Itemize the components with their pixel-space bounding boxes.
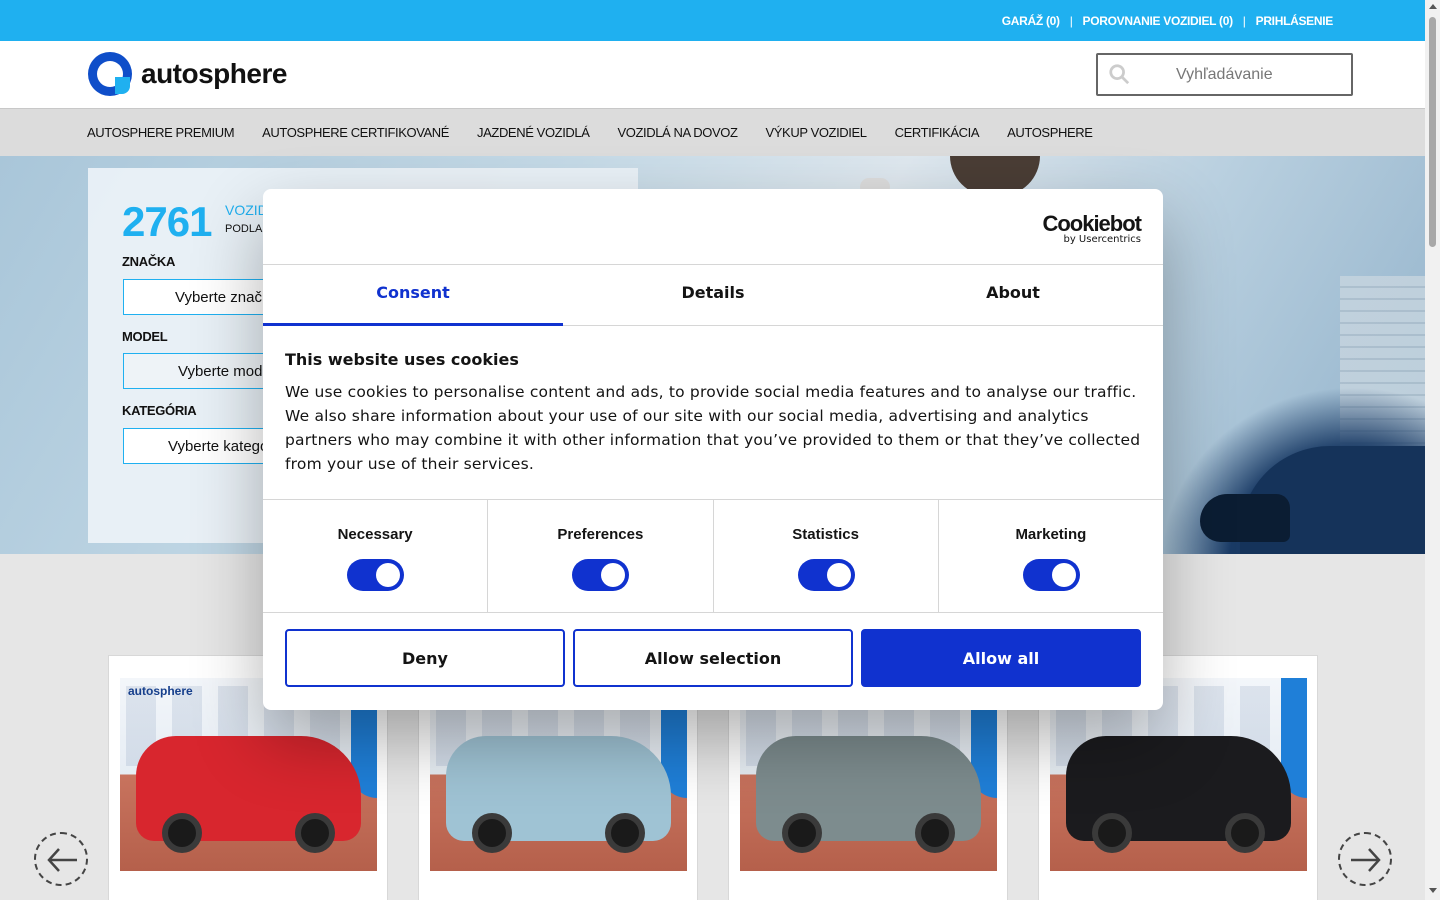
- cookiebot-logo: Cookiebot by Usercentrics: [1042, 211, 1142, 245]
- carousel-prev-button[interactable]: [34, 832, 88, 886]
- nav-item-6[interactable]: AUTOSPHERE: [1007, 125, 1093, 140]
- arrow-left-icon: [47, 848, 77, 872]
- marketing-switch[interactable]: [1022, 559, 1080, 591]
- tab-about[interactable]: About: [863, 265, 1163, 325]
- tab-consent[interactable]: Consent: [263, 265, 563, 326]
- arrow-right-icon: [1351, 848, 1381, 872]
- page-scrollbar[interactable]: [1425, 0, 1440, 900]
- search-icon: [1109, 64, 1130, 85]
- main-navigation: AUTOSPHERE PREMIUM AUTOSPHERE CERTIFIKOVA…: [0, 108, 1425, 156]
- nav-item-1[interactable]: AUTOSPHERE CERTIFIKOVANÉ: [262, 125, 449, 140]
- vehicle-count-sub: PODLA: [225, 223, 263, 235]
- allow-all-button[interactable]: Allow all: [861, 629, 1141, 687]
- logo-text: autosphere: [141, 58, 287, 89]
- wheel: [1225, 813, 1265, 853]
- wheel: [162, 813, 202, 853]
- category-label: KATEGÓRIA: [122, 403, 197, 418]
- cookie-buttons: Deny Allow selection Allow all: [285, 629, 1141, 687]
- wheel: [605, 813, 645, 853]
- cookie-title: This website uses cookies: [285, 350, 519, 369]
- nav-item-3[interactable]: VOZIDLÁ NA DOVOZ: [618, 125, 738, 140]
- compare-vehicles-link[interactable]: POROVNANIE VOZIDIEL (0): [1083, 14, 1234, 28]
- deny-button[interactable]: Deny: [285, 629, 565, 687]
- preferences-switch[interactable]: [572, 559, 630, 591]
- cookie-consent-dialog: Cookiebot by Usercentrics Consent Detail…: [263, 189, 1163, 710]
- nav-item-0[interactable]: AUTOSPHERE PREMIUM: [87, 125, 235, 140]
- tab-details[interactable]: Details: [563, 265, 863, 325]
- toggle-preferences: Preferences: [488, 500, 714, 612]
- brand-label: ZNAČKA: [122, 254, 176, 269]
- toggle-label: Marketing: [1015, 526, 1087, 543]
- cookie-tabs: Consent Details About: [263, 264, 1163, 326]
- garage-link[interactable]: GARÁŽ (0): [1002, 14, 1060, 28]
- carousel-next-button[interactable]: [1338, 832, 1392, 886]
- nav-item-2[interactable]: JAZDENÉ VOZIDLÁ: [477, 125, 590, 140]
- vehicle-count: 2761: [122, 198, 212, 245]
- wheel: [295, 813, 335, 853]
- scrollbar-thumb[interactable]: [1429, 17, 1436, 247]
- statistics-switch[interactable]: [797, 559, 855, 591]
- allow-selection-button[interactable]: Allow selection: [573, 629, 853, 687]
- toggle-marketing: Marketing: [939, 500, 1163, 612]
- utility-links: GARÁŽ (0) | POROVNANIE VOZIDIEL (0) | PR…: [1002, 14, 1334, 28]
- search-input[interactable]: Vyhľadávanie: [1096, 53, 1353, 96]
- nav-item-5[interactable]: CERTIFIKÁCIA: [895, 125, 980, 140]
- wheel: [1092, 813, 1132, 853]
- top-utility-bar: GARÁŽ (0) | POROVNANIE VOZIDIEL (0) | PR…: [0, 0, 1425, 41]
- necessary-switch[interactable]: [347, 559, 405, 591]
- model-label: MODEL: [122, 329, 168, 344]
- separator: |: [1242, 14, 1246, 28]
- photo-brand-tag: autosphere: [128, 684, 193, 698]
- cookie-content: This website uses cookies We use cookies…: [285, 350, 1141, 476]
- scroll-up-icon[interactable]: [1429, 4, 1437, 9]
- login-link[interactable]: PRIHLÁSENIE: [1256, 14, 1334, 28]
- toggle-label: Statistics: [792, 526, 859, 543]
- site-header: autosphere Vyhľadávanie: [0, 41, 1425, 108]
- vehicle-count-label: VOZID: [225, 202, 268, 218]
- search-placeholder: Vyhľadávanie: [1176, 66, 1273, 83]
- wheel: [915, 813, 955, 853]
- logo-mark-icon: [88, 52, 132, 96]
- site-logo[interactable]: autosphere: [88, 52, 287, 96]
- nav-item-4[interactable]: VÝKUP VOZIDIEL: [766, 125, 867, 140]
- separator: |: [1069, 14, 1073, 28]
- toggle-label: Necessary: [337, 526, 413, 543]
- toggle-statistics: Statistics: [714, 500, 939, 612]
- toggle-necessary: Necessary: [263, 500, 489, 612]
- scroll-down-icon[interactable]: [1429, 888, 1437, 893]
- hero-car-mirror: [1200, 494, 1290, 542]
- wheel: [472, 813, 512, 853]
- cookie-category-toggles: Necessary Preferences Statistics Marketi…: [263, 499, 1163, 613]
- wheel: [782, 813, 822, 853]
- toggle-label: Preferences: [557, 526, 644, 543]
- cookie-body: We use cookies to personalise content an…: [285, 383, 1141, 473]
